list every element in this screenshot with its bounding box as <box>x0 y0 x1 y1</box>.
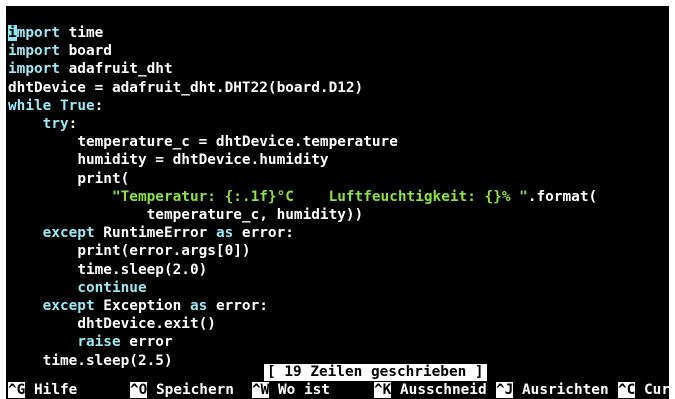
code-token: adafruit_dht <box>59 61 173 78</box>
code-line[interactable]: except RuntimeError as error: <box>8 224 294 242</box>
code-line[interactable]: dhtDevice = adafruit_dht.DHT22(board.D12… <box>8 79 363 97</box>
code-line[interactable]: import board <box>8 42 112 60</box>
shortcut-item[interactable]: ^K Ausschneid <box>374 381 487 399</box>
code-line[interactable]: humidity = dhtDevice.humidity <box>8 151 329 169</box>
keyword-token: try <box>42 116 69 132</box>
code-token: .format( <box>527 188 598 205</box>
code-token: time.sleep(2.5) <box>42 352 173 369</box>
shortcut-key: ^G <box>8 382 26 398</box>
code-token: humidity = dhtDevice.humidity <box>77 152 329 169</box>
shortcut-label: Cur <box>635 382 669 398</box>
keyword-token: True <box>60 97 95 114</box>
code-token: error <box>120 334 173 351</box>
keyword-token: import <box>8 43 60 60</box>
code-line[interactable]: continue <box>8 279 147 297</box>
code-token: board <box>59 43 112 60</box>
code-token: : <box>94 97 104 114</box>
shortcut-key: ^K <box>374 382 392 398</box>
code-token: temperature_c = dhtDevice.temperature <box>77 134 398 151</box>
code-line[interactable]: import adafruit_dht <box>8 60 173 78</box>
shortcut-item[interactable]: ^G Hilfe <box>8 381 77 399</box>
code-token: RuntimeError <box>94 225 216 242</box>
shortcut-label: Wo ist <box>269 382 330 398</box>
nano-editor-window[interactable]: import time import board import adafruit_d… <box>6 6 669 399</box>
shortcut-label: Ausschneid <box>391 382 487 398</box>
code-token: time.sleep(2.0) <box>77 261 208 278</box>
keyword-token: while <box>8 97 52 114</box>
shortcut-key: ^W <box>252 382 270 398</box>
code-token: temperature_c, humidity)) <box>146 207 364 223</box>
code-line[interactable]: try: <box>8 115 78 133</box>
code-token: : <box>68 116 78 132</box>
code-token: dhtDevice = adafruit_dht.DHT22(board.D12… <box>8 79 364 96</box>
string-token: "Temperatur: {:.1f}°C Luftfeuchtigkeit: … <box>111 188 528 205</box>
code-line[interactable]: while True: <box>8 97 103 115</box>
code-line[interactable]: import time <box>8 24 103 42</box>
code-line[interactable]: raise error <box>8 333 173 351</box>
code-token: error: <box>233 225 294 242</box>
keyword-token: raise <box>77 334 121 351</box>
shortcut-item[interactable]: ^C Cur <box>618 381 669 399</box>
shortcut-key: ^O <box>130 382 148 398</box>
shortcut-item[interactable]: ^O Speichern <box>130 381 234 399</box>
code-line[interactable]: except Exception as error: <box>8 297 268 315</box>
code-line[interactable]: time.sleep(2.5) <box>8 352 173 370</box>
keyword-token: continue <box>77 279 147 296</box>
text-cursor: i <box>8 25 17 41</box>
shortcut-label: Hilfe <box>25 382 78 398</box>
code-token: dhtDevice.exit() <box>77 316 216 333</box>
code-line[interactable]: print( <box>8 170 129 188</box>
shortcut-item[interactable]: ^J Ausrichten <box>496 381 609 399</box>
code-line[interactable]: time.sleep(2.0) <box>8 261 207 279</box>
keyword-token: import <box>8 61 60 78</box>
keyword-token: except <box>42 298 95 314</box>
code-token: time <box>60 25 104 41</box>
shortcut-key: ^C <box>618 382 636 398</box>
keyword-token: as <box>215 225 234 242</box>
shortcut-bar: ^G Hilfe ^O Speichern ^W Wo ist ^K Ausschne… <box>6 381 669 399</box>
status-message: [ 19 Zeilen geschrieben ] <box>264 364 487 381</box>
code-line[interactable]: "Temperatur: {:.1f}°C Luftfeuchtigkeit: … <box>8 188 597 206</box>
code-token: Exception <box>94 298 190 314</box>
shortcut-item[interactable]: ^W Wo ist <box>252 381 330 399</box>
code-token: print(error.args[0]) <box>77 243 251 260</box>
code-line[interactable]: dhtDevice.exit() <box>8 315 216 333</box>
code-line[interactable]: print(error.args[0]) <box>8 242 251 260</box>
shortcut-key: ^J <box>496 382 514 398</box>
shortcut-label: Speichern <box>147 382 234 398</box>
keyword-token: as <box>189 298 208 314</box>
code-line[interactable]: temperature_c = dhtDevice.temperature <box>8 133 398 151</box>
code-token: print( <box>77 170 130 187</box>
code-token: error: <box>207 298 268 314</box>
keyword-token: mport <box>16 25 60 41</box>
code-line[interactable]: temperature_c, humidity)) <box>8 206 364 224</box>
keyword-token: except <box>42 225 95 242</box>
shortcut-label: Ausrichten <box>513 382 609 398</box>
